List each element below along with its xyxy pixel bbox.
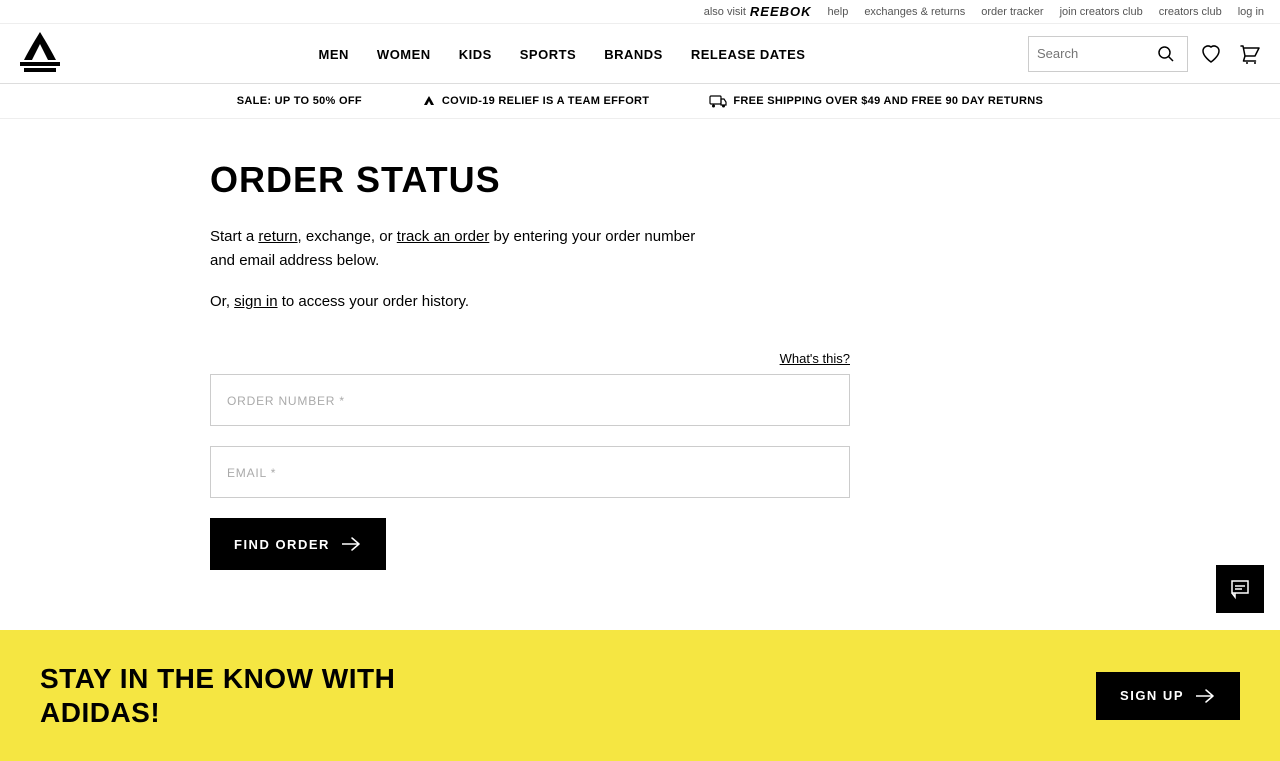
signup-button[interactable]: SIGN UP	[1096, 672, 1240, 720]
truck-icon	[709, 94, 727, 108]
search-icon	[1157, 45, 1175, 63]
find-order-button[interactable]: FIND ORDER	[210, 518, 386, 570]
signup-text-line2: ADIDAS!	[40, 696, 395, 730]
order-number-input[interactable]	[210, 374, 850, 426]
help-link[interactable]: help	[828, 6, 849, 18]
signup-arrow-icon	[1196, 689, 1216, 703]
what-this-link[interactable]: What's this?	[780, 351, 850, 366]
page-title: ORDER STATUS	[210, 159, 1070, 201]
log-in-link[interactable]: log in	[1238, 6, 1264, 18]
promo-sale-text: SALE: UP TO 50% OFF	[237, 95, 362, 107]
search-box	[1028, 36, 1188, 72]
join-creators-link[interactable]: join creators club	[1060, 6, 1143, 18]
return-link[interactable]: return	[258, 228, 297, 245]
adidas-logo-link[interactable]	[16, 28, 64, 79]
search-input[interactable]	[1037, 46, 1157, 61]
reebok-logo: Reebok	[750, 4, 812, 19]
nav-right	[1028, 36, 1264, 72]
also-visit-label: also visit	[704, 6, 746, 18]
nav-links: MEN WOMEN KIDS SPORTS BRANDS RELEASE DAT…	[96, 46, 1028, 62]
sign-in-line: Or, sign in to access your order history…	[210, 293, 1070, 310]
track-order-link[interactable]: track an order	[397, 228, 490, 245]
description-text2: , exchange, or	[298, 228, 397, 245]
nav-item-women[interactable]: WOMEN	[377, 46, 431, 62]
utility-bar: also visit Reebok help exchanges & retur…	[0, 0, 1280, 24]
what-this-container: What's this?	[210, 350, 850, 366]
also-visit: also visit Reebok	[704, 4, 812, 19]
sign-in-suffix: to access your order history.	[278, 293, 469, 310]
order-tracker-link[interactable]: order tracker	[981, 6, 1043, 18]
signup-text-line1: STAY IN THE KNOW WITH	[40, 662, 395, 696]
nav-item-brands[interactable]: BRANDS	[604, 46, 663, 62]
exchanges-link[interactable]: exchanges & returns	[864, 6, 965, 18]
email-group	[210, 446, 850, 498]
promo-sale: SALE: UP TO 50% OFF	[237, 95, 362, 107]
logo-area	[16, 28, 64, 79]
email-input[interactable]	[210, 446, 850, 498]
nav-item-men[interactable]: MEN	[319, 46, 349, 62]
main-nav: MEN WOMEN KIDS SPORTS BRANDS RELEASE DAT…	[0, 24, 1280, 84]
promo-bar: SALE: UP TO 50% OFF COVID-19 RELIEF IS A…	[0, 84, 1280, 119]
chat-button[interactable]	[1216, 565, 1264, 613]
arrow-right-icon	[342, 537, 362, 551]
footer-signup: STAY IN THE KNOW WITH ADIDAS! SIGN UP	[0, 630, 1280, 761]
search-button[interactable]	[1157, 45, 1175, 63]
signup-btn-label: SIGN UP	[1120, 688, 1184, 703]
page-description: Start a return, exchange, or track an or…	[210, 225, 710, 273]
nav-item-release-dates[interactable]: RELEASE DATES	[691, 46, 806, 62]
heart-icon	[1200, 43, 1222, 65]
description-text1: Start a	[210, 228, 258, 245]
order-number-group	[210, 374, 850, 426]
page-content: ORDER STATUS Start a return, exchange, o…	[190, 119, 1090, 630]
promo-covid-text: COVID-19 RELIEF IS A TEAM EFFORT	[442, 95, 649, 107]
footer-signup-text: STAY IN THE KNOW WITH ADIDAS!	[40, 662, 395, 729]
wishlist-button[interactable]	[1196, 39, 1226, 69]
nav-item-kids[interactable]: KIDS	[459, 46, 492, 62]
adidas-small-icon	[422, 94, 436, 108]
nav-item-sports[interactable]: SPORTS	[520, 46, 576, 62]
cart-button[interactable]	[1234, 39, 1264, 69]
reebok-link[interactable]: Reebok	[750, 4, 812, 19]
sign-in-prefix: Or,	[210, 293, 234, 310]
sign-in-link[interactable]: sign in	[234, 293, 277, 310]
creators-club-link[interactable]: creators club	[1159, 6, 1222, 18]
promo-shipping-text: FREE SHIPPING OVER $49 AND FREE 90 DAY R…	[733, 95, 1043, 107]
promo-shipping: FREE SHIPPING OVER $49 AND FREE 90 DAY R…	[709, 94, 1043, 108]
find-order-label: FIND ORDER	[234, 537, 330, 552]
cart-icon	[1238, 43, 1260, 65]
adidas-logo-icon	[16, 28, 64, 76]
promo-covid: COVID-19 RELIEF IS A TEAM EFFORT	[422, 94, 649, 108]
chat-icon	[1228, 577, 1252, 601]
